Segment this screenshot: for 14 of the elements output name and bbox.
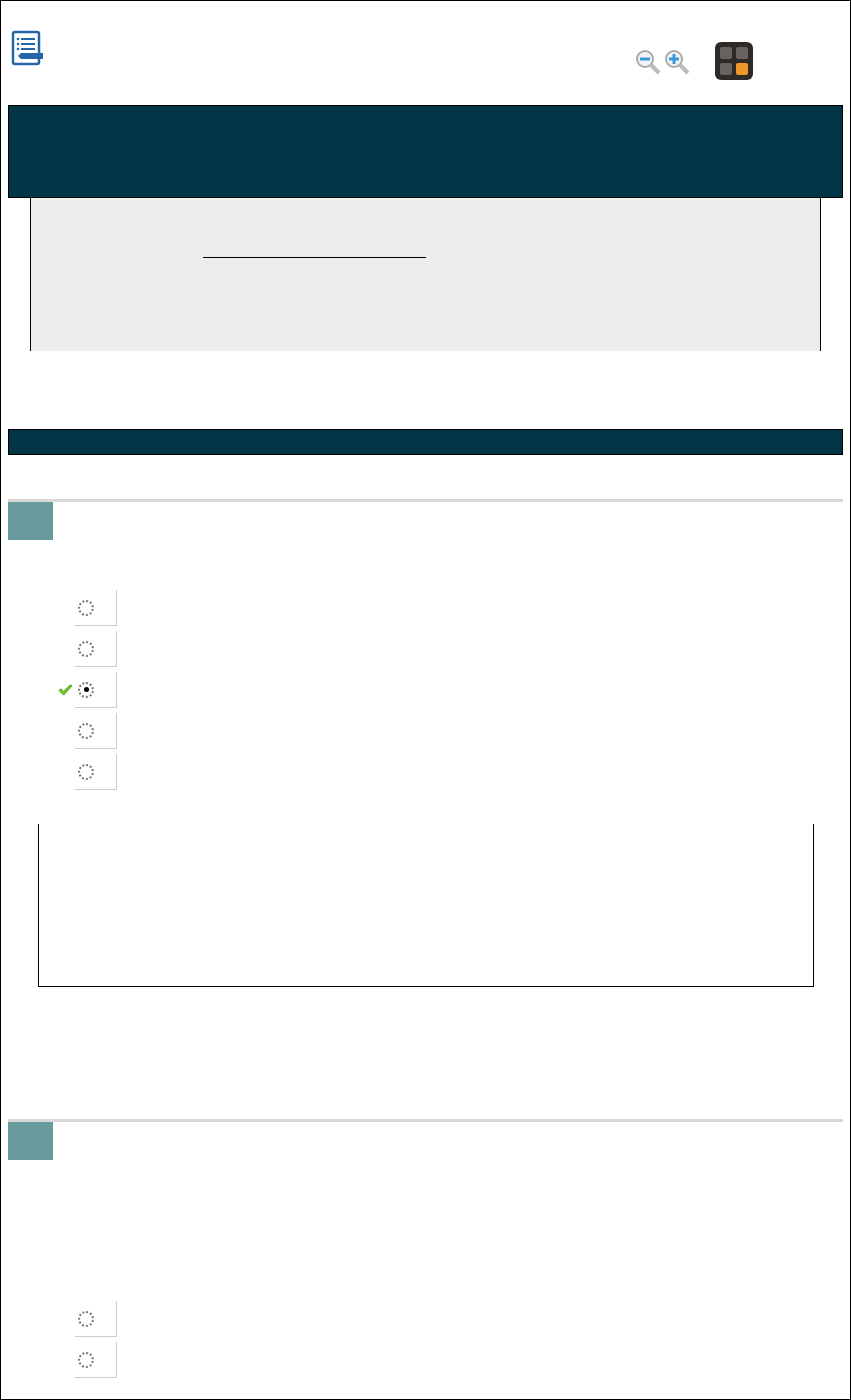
radio-button[interactable] bbox=[78, 763, 94, 780]
zoom-in-icon[interactable] bbox=[664, 49, 690, 75]
zoom-out-icon[interactable] bbox=[635, 49, 661, 75]
radio-button[interactable] bbox=[78, 599, 94, 616]
radio-button[interactable] bbox=[78, 681, 94, 698]
radio-button[interactable] bbox=[78, 1310, 94, 1327]
radio-button[interactable] bbox=[78, 640, 94, 657]
question-number-box bbox=[8, 502, 53, 540]
notes-icon[interactable] bbox=[11, 30, 45, 66]
check-icon bbox=[58, 683, 73, 697]
radio-button[interactable] bbox=[78, 1351, 94, 1368]
calculator-icon[interactable] bbox=[715, 42, 753, 80]
question-number-box bbox=[8, 1122, 53, 1160]
radio-button[interactable] bbox=[78, 722, 94, 739]
